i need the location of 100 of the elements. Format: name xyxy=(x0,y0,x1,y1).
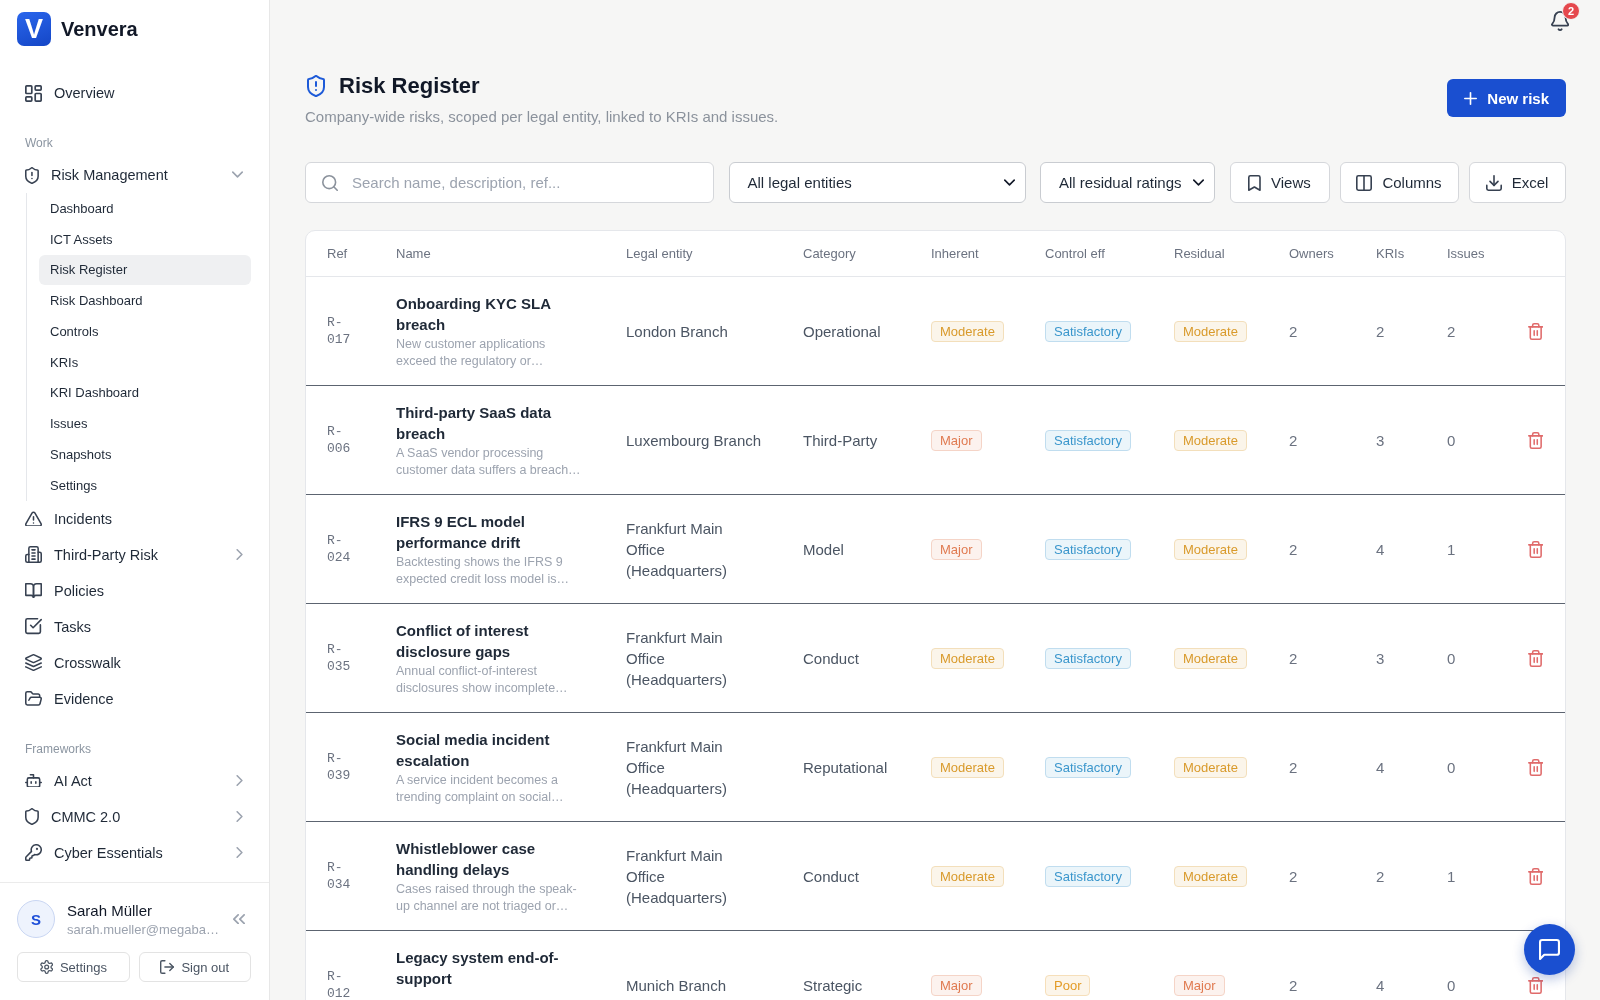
inherent-rating-badge: Moderate xyxy=(931,647,1004,669)
legal-entity: London Branch xyxy=(626,321,729,342)
inherent-rating-badge: Moderate xyxy=(931,756,1004,778)
nav-item[interactable]: CMMC 2.0 xyxy=(18,798,255,835)
residual-rating-badge: Moderate xyxy=(1174,429,1247,451)
residual-rating-badge: Moderate xyxy=(1174,865,1247,887)
nav-subitem[interactable]: Issues xyxy=(39,408,251,439)
risk-ref: R-006 xyxy=(327,423,352,457)
delete-button[interactable] xyxy=(1528,540,1544,558)
nav-item[interactable]: Overview xyxy=(18,75,255,111)
nav-section-heading: Frameworks xyxy=(24,740,92,758)
trash-icon xyxy=(1528,540,1544,558)
search-field[interactable]: Search name, description, ref... xyxy=(305,162,714,203)
user-avatar: S xyxy=(17,900,55,938)
settings-button[interactable]: Settings xyxy=(17,952,130,982)
risk-title[interactable]: Conflict of interest disclosure gaps xyxy=(396,619,581,662)
column-header: Residual xyxy=(1174,246,1226,261)
brand-logo: V xyxy=(17,12,51,46)
column-header: KRIs xyxy=(1376,246,1406,261)
nav-subitem[interactable]: Settings xyxy=(39,469,251,501)
nav-item[interactable]: Third-Party Risk xyxy=(18,536,255,573)
column-header: Legal entity xyxy=(626,246,694,261)
nav-item[interactable]: Crosswalk xyxy=(18,644,255,681)
shield-alert-icon xyxy=(25,166,39,184)
column-header: Ref xyxy=(327,246,349,261)
nav-item[interactable]: AI Act xyxy=(18,762,255,799)
robot-icon xyxy=(25,773,42,788)
bell-icon xyxy=(1550,11,1569,31)
delete-button[interactable] xyxy=(1528,649,1544,667)
warning-icon xyxy=(25,510,42,527)
new-risk-button[interactable]: New risk xyxy=(1447,79,1566,117)
delete-button[interactable] xyxy=(1528,976,1544,994)
risk-title[interactable]: Social media incident escalation xyxy=(396,728,581,771)
risk-ref: R-035 xyxy=(327,641,352,675)
delete-button[interactable] xyxy=(1528,758,1544,776)
legal-entity: Frankfurt Main Office (Headquarters) xyxy=(626,518,728,581)
legal-entity: Frankfurt Main Office (Headquarters) xyxy=(626,736,728,799)
risk-title[interactable]: IFRS 9 ECL model performance drift xyxy=(396,510,581,553)
nav-subitem[interactable]: KRI Dashboard xyxy=(39,377,251,409)
download-icon xyxy=(1485,174,1502,191)
control-rating-badge: Satisfactory xyxy=(1045,538,1131,560)
nav-item[interactable]: Cyber Essentials xyxy=(18,834,255,871)
nav-item[interactable]: Tasks xyxy=(18,608,255,645)
risk-description: Backtesting shows the IFRS 9 expected credit loss model is… xyxy=(396,553,570,588)
nav-subitem[interactable]: Snapshots xyxy=(39,439,251,470)
columns-button[interactable]: Columns xyxy=(1339,162,1459,203)
sign-out-button[interactable]: Sign out xyxy=(138,952,251,982)
layers-icon xyxy=(25,654,42,671)
views-button[interactable]: Views xyxy=(1229,162,1330,203)
export-button[interactable]: Excel xyxy=(1468,162,1566,203)
rating-select[interactable]: All residual ratings xyxy=(1040,162,1215,203)
kri-count: 4 xyxy=(1376,976,1386,994)
nav-subitem[interactable]: Controls xyxy=(39,316,251,347)
column-header: Owners xyxy=(1289,246,1335,261)
inherent-rating-badge: Moderate xyxy=(931,865,1004,887)
risk-ref: R-034 xyxy=(327,859,352,893)
risk-category: Third-Party xyxy=(803,430,879,451)
column-header: Category xyxy=(803,246,857,261)
legal-entity-select[interactable]: All legal entities xyxy=(728,162,1026,203)
nav-item[interactable]: Evidence xyxy=(18,680,255,717)
residual-rating-badge: Moderate xyxy=(1174,647,1247,669)
nav-item[interactable]: Risk Management xyxy=(18,157,255,193)
issue-count: 1 xyxy=(1447,540,1457,558)
legal-entity: Luxembourg Branch xyxy=(626,430,763,451)
owner-count: 2 xyxy=(1289,540,1299,558)
risk-title[interactable]: Legacy system end-of-support xyxy=(396,946,581,989)
residual-rating-badge: Moderate xyxy=(1174,756,1247,778)
control-rating-badge: Poor xyxy=(1045,974,1091,996)
nav-item[interactable]: Policies xyxy=(18,572,255,609)
nav-item[interactable]: Incidents xyxy=(18,500,255,537)
nav-subitem[interactable]: Dashboard xyxy=(39,193,251,224)
user-email: sarah.mueller@megaba… xyxy=(67,921,220,937)
nav-subitem[interactable]: Risk Register xyxy=(39,254,251,286)
risk-description: A SaaS vendor processing customer data suffers a breach… xyxy=(396,444,582,479)
risk-description: A service incident becomes a trending complaint on social… xyxy=(396,771,565,806)
risk-title[interactable]: Third-party SaaS data breach xyxy=(396,401,581,444)
risk-title[interactable]: Onboarding KYC SLA breach xyxy=(396,292,581,335)
collapse-sidebar-button[interactable] xyxy=(233,913,245,925)
delete-button[interactable] xyxy=(1528,431,1544,449)
issue-count: 2 xyxy=(1447,322,1457,340)
risk-description: Cases raised through the speak-up channel are not triaged or… xyxy=(396,880,578,915)
shield-icon xyxy=(25,808,39,825)
risk-title[interactable]: Whistleblower case handling delays xyxy=(396,837,581,880)
column-header: Name xyxy=(396,246,432,261)
delete-button[interactable] xyxy=(1528,867,1544,885)
issue-count: 0 xyxy=(1447,649,1457,667)
control-rating-badge: Satisfactory xyxy=(1045,647,1131,669)
shield-alert-icon xyxy=(307,75,325,97)
trash-icon xyxy=(1528,867,1544,885)
trash-icon xyxy=(1528,431,1544,449)
nav-subitem[interactable]: Risk Dashboard xyxy=(39,285,251,316)
risk-description: New customer applications exceed the regulatory or… xyxy=(396,335,547,370)
trash-icon xyxy=(1528,649,1544,667)
inherent-rating-badge: Major xyxy=(931,538,982,560)
risk-ref: R-024 xyxy=(327,532,352,566)
delete-button[interactable] xyxy=(1528,322,1544,340)
nav-subitem[interactable]: KRIs xyxy=(39,346,251,378)
brand-name: Venvera xyxy=(61,17,138,41)
double-chevron-left-icon xyxy=(233,913,245,925)
nav-subitem[interactable]: ICT Assets xyxy=(39,223,251,255)
